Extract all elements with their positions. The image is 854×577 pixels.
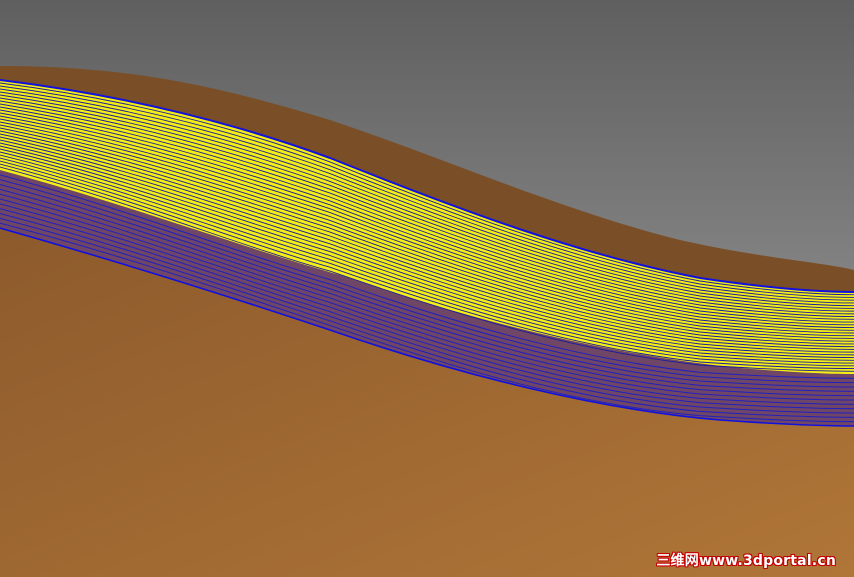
site-watermark: 三维网www.3dportal.cn: [656, 553, 836, 569]
toolpath-render[interactable]: [0, 0, 854, 577]
3d-viewport[interactable]: 三维网www.3dportal.cn: [0, 0, 854, 577]
